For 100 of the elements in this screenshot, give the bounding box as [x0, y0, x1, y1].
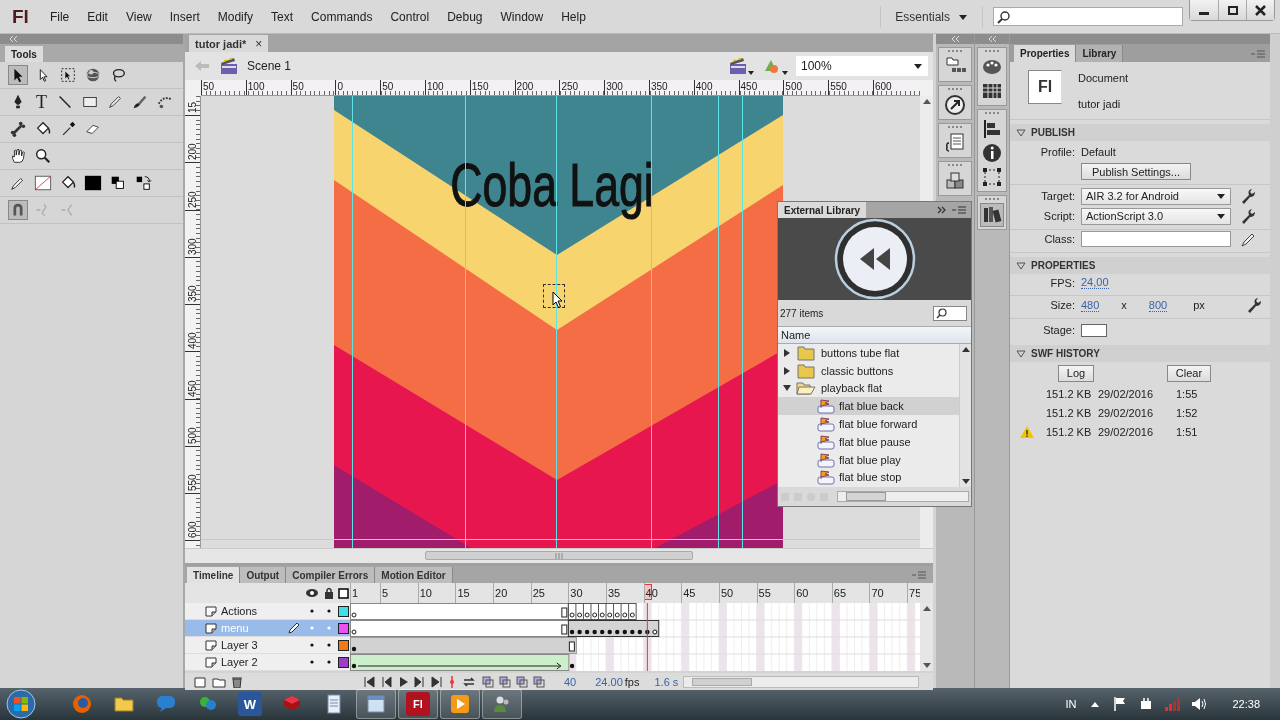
field-label: Script: — [1042, 210, 1075, 222]
panel-tab[interactable]: Timeline — [187, 567, 241, 583]
library-item[interactable]: flat blue pause — [778, 433, 959, 451]
clock[interactable]: 22:38 — [1232, 698, 1260, 710]
ruler-label: 200 — [187, 143, 198, 161]
times-sign: x — [1121, 299, 1127, 311]
ruler-label: 0 — [335, 80, 381, 95]
ruler-label: 15 — [187, 101, 198, 113]
menu-item[interactable]: Help — [552, 9, 595, 24]
ruler-label: 300 — [604, 80, 649, 95]
library-item[interactable]: flat blue stop — [778, 468, 959, 487]
script-dropdown[interactable]: ActionScript 3.0 — [1081, 207, 1231, 225]
ruler-label: 150 — [469, 80, 515, 95]
library-item[interactable]: buttons tube flat — [778, 344, 959, 362]
ruler-label: 250 — [187, 190, 198, 208]
menu-item[interactable]: File — [40, 9, 79, 24]
menu-item[interactable]: Debug — [438, 9, 492, 24]
ruler-label: 550 — [187, 474, 198, 491]
panel-tab[interactable]: Compiler Errors — [286, 567, 376, 583]
document-type: Document — [1078, 72, 1129, 84]
ruler-label: 450 — [738, 80, 784, 95]
library-item[interactable]: classic buttons — [778, 361, 959, 380]
height-value[interactable]: 800 — [1148, 298, 1168, 312]
layer-row[interactable]: Actions — [185, 603, 350, 620]
panel-tab[interactable]: Library — [1076, 45, 1124, 62]
ruler-label: 400 — [187, 332, 198, 350]
taskbar-app[interactable]: W — [230, 689, 270, 719]
ruler-label: 50 — [380, 80, 425, 95]
close-button[interactable]: × — [255, 36, 263, 51]
fps-value[interactable]: 24,00 — [1081, 276, 1109, 289]
field-label: Class: — [1043, 233, 1075, 245]
width-value[interactable]: 480 — [1081, 298, 1100, 312]
field-label: Stage: — [1042, 324, 1075, 336]
target-dropdown[interactable]: AIR 3.2 for Android — [1081, 187, 1231, 205]
section-header[interactable]: SWF HISTORY — [1010, 345, 1270, 362]
ruler-label: 50 — [290, 80, 336, 95]
panel-tab[interactable]: Motion Editor — [375, 567, 453, 583]
menu-item[interactable]: View — [116, 9, 161, 24]
publish-settings-button[interactable]: Publish Settings... — [1081, 163, 1191, 180]
profile-value: Default — [1081, 146, 1117, 158]
panel-tab[interactable]: Tools — [5, 46, 43, 62]
document-icon: Fl — [1028, 70, 1062, 104]
ruler-label: 100 — [245, 80, 291, 95]
zoom-dropdown[interactable]: 100% — [796, 56, 928, 76]
unit-label: px — [1193, 299, 1205, 311]
app-logo: Fl — [12, 5, 29, 28]
ruler-label: 100 — [425, 80, 470, 95]
menu-item[interactable]: Commands — [302, 9, 382, 24]
panel-title[interactable]: External Library — [778, 202, 867, 218]
taskbar-app[interactable]: Fl — [398, 689, 438, 719]
layer-name: menu — [221, 622, 249, 634]
frame-rate-unit: fps — [624, 675, 640, 688]
section-header[interactable]: PROPERTIES — [1010, 257, 1270, 274]
menu-item[interactable]: Modify — [208, 9, 263, 24]
elapsed-time: 1.6 s — [654, 675, 679, 688]
library-item[interactable]: flat blue forward — [778, 415, 959, 433]
menu-item[interactable]: Text — [262, 9, 303, 24]
field-label: FPS: — [1049, 276, 1075, 289]
history-date: 29/02/2016 — [1098, 387, 1155, 400]
library-item[interactable]: flat blue back — [778, 397, 959, 416]
library-item[interactable]: playback flat — [778, 379, 959, 398]
ruler-label: 600 — [187, 521, 198, 539]
ruler-label: 550 — [828, 80, 873, 95]
field-label: Profile: — [1039, 146, 1075, 158]
ruler-label: 300 — [187, 238, 198, 255]
layer-row[interactable]: Layer 3 — [185, 637, 350, 654]
ruler-label: 200 — [514, 80, 560, 95]
ruler-label: 450 — [187, 379, 198, 397]
workspace-menu[interactable]: Essentials — [880, 5, 983, 28]
history-date: 29/02/2016 — [1098, 425, 1155, 438]
ruler-label: 400 — [693, 80, 739, 95]
menu-item[interactable]: Window — [491, 9, 553, 24]
section-header[interactable]: PUBLISH — [1010, 124, 1270, 141]
log-button[interactable]: Log — [1058, 364, 1094, 382]
menu-item[interactable]: Insert — [160, 9, 209, 24]
input-language[interactable]: IN — [1065, 698, 1077, 710]
layer-row[interactable]: Layer 2 — [185, 654, 350, 671]
library-item[interactable]: flat blue play — [778, 450, 959, 469]
menu-item[interactable]: Control — [381, 9, 439, 24]
menu-item[interactable]: Edit — [78, 9, 117, 24]
scene-label: Scene 1 — [247, 59, 292, 73]
document-tab[interactable]: tutor jadi* × — [189, 35, 269, 52]
panel-tab[interactable]: Output — [240, 567, 287, 583]
ruler-label: 350 — [187, 285, 198, 302]
history-time: 1:55 — [1176, 387, 1199, 400]
file-size: 151.2 KB — [1046, 387, 1093, 400]
layer-name: Layer 2 — [221, 656, 258, 668]
ruler-label: 500 — [187, 427, 198, 444]
ruler-label: 250 — [559, 80, 605, 95]
layer-name: Actions — [221, 605, 258, 617]
flash-app-icon: Fl — [406, 692, 430, 716]
history-date: 29/02/2016 — [1098, 406, 1155, 419]
panel-tab[interactable]: Properties — [1014, 45, 1077, 62]
item-count: 277 items — [780, 307, 824, 319]
column-header[interactable]: Name — [781, 329, 811, 341]
frame-rate[interactable]: 24.00 — [595, 675, 623, 688]
current-frame[interactable]: 40 — [564, 675, 577, 688]
clear-button[interactable]: Clear — [1167, 364, 1211, 382]
ruler-label: 600 — [872, 80, 918, 95]
text-tool[interactable]: T — [33, 92, 50, 112]
